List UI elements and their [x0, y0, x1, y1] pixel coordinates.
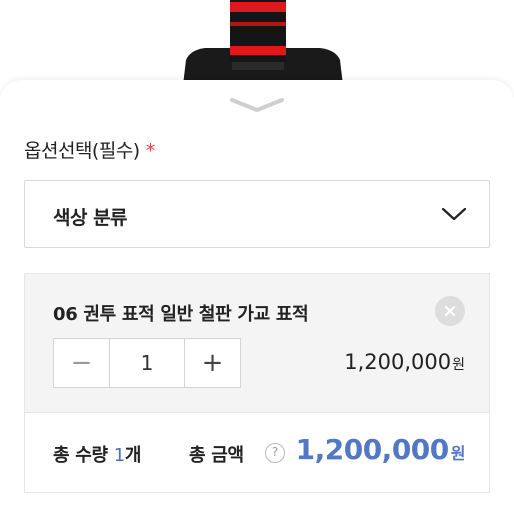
product-option-screen: 옵션선택(필수) * 색상 분류 06 권투 표적 일반 철판 가교 표적 − 1… — [0, 0, 514, 514]
total-amount-unit: 원 — [450, 444, 466, 463]
item-price-unit: 원 — [452, 357, 465, 373]
option-title-text: 옵션선택(필수) — [24, 140, 140, 162]
question-circle-icon[interactable]: ? — [265, 443, 285, 463]
total-qty-label: 총 수량 — [53, 445, 108, 466]
remove-item-button[interactable] — [435, 296, 465, 326]
color-option-select[interactable]: 색상 분류 — [24, 180, 490, 248]
total-amount-value: 1,200,000 — [295, 433, 450, 466]
total-qty-unit: 개 — [124, 445, 142, 466]
total-summary: 총 수량 1개 총 금액 ? 1,200,000 원 — [24, 413, 490, 493]
chevron-down-icon — [230, 98, 284, 112]
decrement-button[interactable]: − — [54, 339, 109, 387]
total-amount-label: 총 금액 — [189, 445, 244, 466]
close-icon — [444, 305, 456, 317]
select-value: 색상 분류 — [53, 207, 128, 229]
required-mark: * — [145, 140, 156, 162]
selected-item-card: 06 권투 표적 일반 철판 가교 표적 − 1 + 1,200,000원 — [24, 273, 490, 413]
increment-button[interactable]: + — [185, 339, 240, 387]
total-quantity: 총 수량 1개 — [53, 441, 141, 467]
quantity-stepper: − 1 + — [53, 338, 241, 388]
quantity-value[interactable]: 1 — [109, 339, 185, 387]
option-bottom-sheet: 옵션선택(필수) * 색상 분류 06 권투 표적 일반 철판 가교 표적 − 1… — [0, 80, 514, 514]
total-qty-value: 1 — [113, 445, 125, 466]
total-amount: 1,200,000 원 — [295, 433, 466, 466]
sheet-collapse-handle[interactable] — [226, 94, 288, 116]
option-section-title: 옵션선택(필수) * — [24, 136, 155, 163]
item-price: 1,200,000원 — [344, 350, 465, 374]
item-name: 06 권투 표적 일반 철판 가교 표적 — [53, 304, 309, 325]
item-price-value: 1,200,000 — [344, 350, 452, 374]
chevron-down-icon — [441, 207, 467, 221]
